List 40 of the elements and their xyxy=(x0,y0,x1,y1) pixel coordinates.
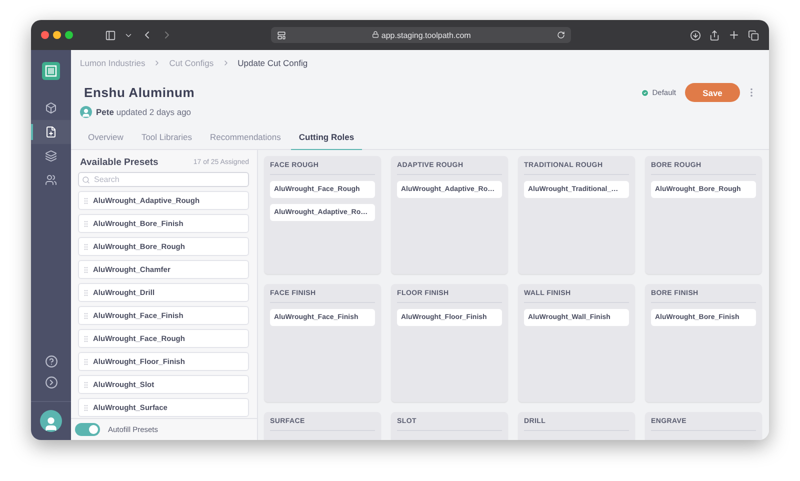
drag-handle-icon xyxy=(82,312,90,320)
users-icon xyxy=(45,174,57,186)
minimize-window-icon[interactable] xyxy=(53,31,61,39)
drag-handle-icon xyxy=(82,334,90,342)
panel-title: Available Presets xyxy=(80,157,158,168)
search-icon xyxy=(82,176,90,184)
user-avatar[interactable] xyxy=(40,410,62,432)
reload-icon[interactable] xyxy=(557,31,565,39)
drag-handle-icon xyxy=(82,220,90,228)
autofill-toggle[interactable] xyxy=(75,423,100,436)
file-plus-icon xyxy=(45,126,57,138)
cube-icon xyxy=(45,102,57,114)
tabs-overview-icon[interactable] xyxy=(748,30,759,40)
drag-handle-icon xyxy=(82,380,90,388)
page-icon xyxy=(277,30,286,40)
new-tab-icon[interactable] xyxy=(728,29,740,41)
drag-handle-icon xyxy=(82,242,90,250)
sidebar-toggle-icon[interactable] xyxy=(105,30,116,40)
address-bar[interactable]: app.staging.toolpath.com xyxy=(271,27,571,43)
drag-handle-icon xyxy=(82,358,90,366)
sidebar-nav-button[interactable] xyxy=(31,120,71,144)
drag-handle-icon xyxy=(82,288,90,296)
maximize-window-icon[interactable] xyxy=(65,31,73,39)
download-icon[interactable] xyxy=(690,30,701,40)
lock-icon xyxy=(372,30,380,38)
author-avatar xyxy=(80,106,92,118)
check-icon xyxy=(641,88,650,96)
share-icon[interactable] xyxy=(709,30,720,40)
drag-handle-icon xyxy=(82,404,90,412)
layers-icon xyxy=(45,150,57,162)
drag-handle-icon xyxy=(82,266,90,274)
expand-icon[interactable] xyxy=(44,376,58,389)
search-field[interactable]: Search xyxy=(78,172,249,187)
drag-handle-icon xyxy=(82,196,90,204)
app-logo[interactable] xyxy=(42,62,60,80)
help-icon[interactable] xyxy=(44,355,58,368)
page-title: Enshu Aluminum xyxy=(84,85,195,100)
breadcrumb-link[interactable]: Update Cut Config xyxy=(238,58,308,68)
updated-text: Pete updated 2 days ago xyxy=(96,107,192,117)
close-window-icon[interactable] xyxy=(41,31,49,39)
